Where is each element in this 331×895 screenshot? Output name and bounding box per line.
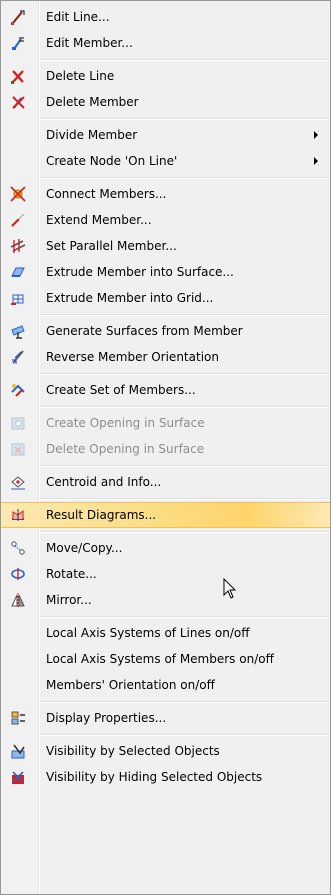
menu-item-local-axis-systems-of-members-on-off[interactable]: Local Axis Systems of Members on/off	[1, 646, 330, 672]
menu-item-create-opening-in-surface: Create Opening in Surface	[1, 410, 330, 436]
create-opening-icon	[10, 415, 26, 431]
menu-item-create-set-of-members[interactable]: Create Set of Members...	[1, 377, 330, 403]
menu-item-label: Edit Line...	[46, 10, 110, 24]
menu-item-label: Display Properties...	[46, 711, 167, 725]
menu-item-label: Centroid and Info...	[46, 475, 162, 489]
menu-separator	[1, 115, 330, 122]
menu-item-label: Generate Surfaces from Member	[46, 324, 243, 338]
menu-item-members-orientation-on-off[interactable]: Members' Orientation on/off	[1, 672, 330, 698]
menu-item-mirror[interactable]: Mirror...	[1, 587, 330, 613]
delete-line-icon	[10, 68, 26, 84]
menu-item-local-axis-systems-of-lines-on-off[interactable]: Local Axis Systems of Lines on/off	[1, 620, 330, 646]
menu-item-edit-line[interactable]: Edit Line...	[1, 4, 330, 30]
menu-separator	[1, 403, 330, 410]
menu-item-extrude-member-into-grid[interactable]: Extrude Member into Grid...	[1, 285, 330, 311]
menu-separator	[1, 462, 330, 469]
reverse-orientation-icon	[10, 349, 26, 365]
create-set-icon	[10, 382, 26, 398]
set-parallel-member-icon	[10, 238, 26, 254]
menu-item-label: Local Axis Systems of Lines on/off	[46, 626, 250, 640]
context-menu: Edit Line... Edit Member... Delete Line Del…	[0, 0, 331, 895]
submenu-arrow-icon	[314, 157, 318, 165]
menu-item-label: Visibility by Selected Objects	[46, 744, 220, 758]
delete-opening-icon	[10, 441, 26, 457]
menu-item-move-copy[interactable]: Move/Copy...	[1, 535, 330, 561]
menu-item-label: Delete Line	[46, 69, 115, 83]
menu-item-label: Rotate...	[46, 567, 97, 581]
menu-item-label: Extend Member...	[46, 213, 152, 227]
menu-item-label: Members' Orientation on/off	[46, 678, 215, 692]
extend-member-icon	[10, 212, 26, 228]
menu-items: Edit Line... Edit Member... Delete Line Del…	[1, 4, 330, 790]
edit-member-icon	[10, 35, 26, 51]
menu-item-label: Create Node 'On Line'	[46, 154, 178, 168]
menu-item-set-parallel-member[interactable]: Set Parallel Member...	[1, 233, 330, 259]
edit-line-icon	[10, 9, 26, 25]
menu-item-label: Extrude Member into Grid...	[46, 291, 214, 305]
menu-item-generate-surfaces-from-member[interactable]: Generate Surfaces from Member	[1, 318, 330, 344]
menu-item-label: Local Axis Systems of Members on/off	[46, 652, 274, 666]
menu-item-label: Result Diagrams...	[46, 508, 157, 522]
menu-item-edit-member[interactable]: Edit Member...	[1, 30, 330, 56]
delete-member-icon	[10, 94, 26, 110]
menu-item-label: Delete Opening in Surface	[46, 442, 205, 456]
menu-item-delete-member[interactable]: Delete Member	[1, 89, 330, 115]
menu-separator	[1, 495, 330, 502]
menu-item-visibility-by-hiding-selected-objects[interactable]: Visibility by Hiding Selected Objects	[1, 764, 330, 790]
menu-separator	[1, 731, 330, 738]
mirror-icon	[10, 592, 26, 608]
menu-item-display-properties[interactable]: Display Properties...	[1, 705, 330, 731]
result-diagrams-icon	[10, 507, 26, 523]
menu-item-label: Delete Member	[46, 95, 139, 109]
menu-separator	[1, 311, 330, 318]
display-properties-icon	[10, 710, 26, 726]
menu-item-label: Connect Members...	[46, 187, 167, 201]
menu-item-label: Extrude Member into Surface...	[46, 265, 234, 279]
menu-item-extrude-member-into-surface[interactable]: Extrude Member into Surface...	[1, 259, 330, 285]
mouse-cursor-icon	[223, 578, 237, 599]
visibility-selected-icon	[10, 743, 26, 759]
menu-separator	[1, 174, 330, 181]
menu-separator	[1, 698, 330, 705]
menu-item-label: Reverse Member Orientation	[46, 350, 219, 364]
menu-item-rotate[interactable]: Rotate...	[1, 561, 330, 587]
extrude-grid-icon	[10, 290, 26, 306]
menu-item-label: Create Opening in Surface	[46, 416, 205, 430]
extrude-surface-icon	[10, 264, 26, 280]
menu-item-label: Create Set of Members...	[46, 383, 196, 397]
menu-separator	[1, 613, 330, 620]
submenu-arrow-icon	[314, 131, 318, 139]
connect-members-icon	[10, 186, 26, 202]
centroid-info-icon	[10, 474, 26, 490]
visibility-hiding-icon	[10, 769, 26, 785]
menu-item-visibility-by-selected-objects[interactable]: Visibility by Selected Objects	[1, 738, 330, 764]
menu-item-delete-line[interactable]: Delete Line	[1, 63, 330, 89]
menu-item-label: Move/Copy...	[46, 541, 123, 555]
menu-item-label: Edit Member...	[46, 36, 133, 50]
menu-separator	[1, 528, 330, 535]
menu-separator	[1, 370, 330, 377]
menu-item-label: Mirror...	[46, 593, 92, 607]
menu-item-divide-member[interactable]: Divide Member	[1, 122, 330, 148]
menu-item-reverse-member-orientation[interactable]: Reverse Member Orientation	[1, 344, 330, 370]
rotate-icon	[10, 566, 26, 582]
menu-item-result-diagrams[interactable]: Result Diagrams...	[1, 502, 330, 528]
generate-surfaces-icon	[10, 323, 26, 339]
menu-item-label: Visibility by Hiding Selected Objects	[46, 770, 263, 784]
menu-separator	[1, 56, 330, 63]
menu-item-label: Set Parallel Member...	[46, 239, 177, 253]
menu-item-delete-opening-in-surface: Delete Opening in Surface	[1, 436, 330, 462]
menu-item-connect-members[interactable]: Connect Members...	[1, 181, 330, 207]
menu-item-centroid-and-info[interactable]: Centroid and Info...	[1, 469, 330, 495]
menu-item-label: Divide Member	[46, 128, 138, 142]
menu-item-extend-member[interactable]: Extend Member...	[1, 207, 330, 233]
menu-item-create-node-on-line[interactable]: Create Node 'On Line'	[1, 148, 330, 174]
move-copy-icon	[10, 540, 26, 556]
